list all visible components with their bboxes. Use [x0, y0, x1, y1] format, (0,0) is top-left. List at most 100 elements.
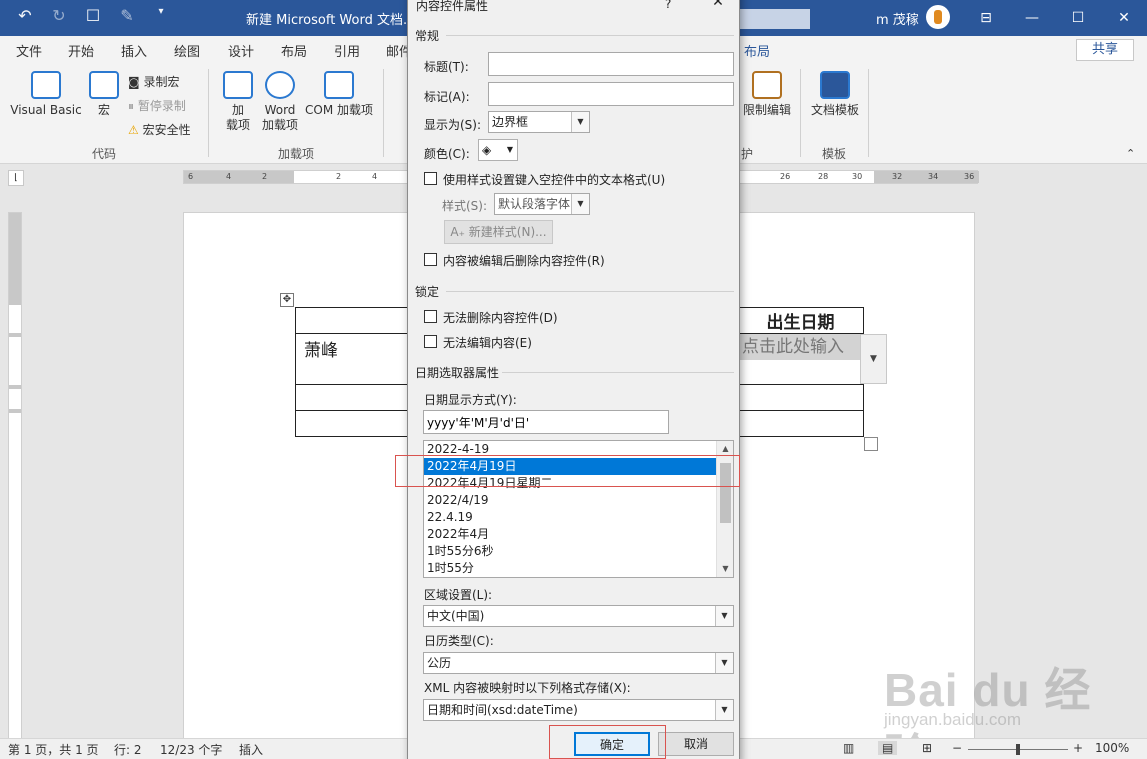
- calendar-select[interactable]: 公历 ▼: [423, 652, 734, 674]
- ribbon-display-icon[interactable]: ⊟: [976, 8, 996, 28]
- zoom-level[interactable]: 100%: [1095, 741, 1129, 755]
- vertical-ruler[interactable]: [8, 212, 22, 759]
- color-label: 颜色(C):: [424, 147, 470, 161]
- warning-icon: ⚠: [128, 123, 139, 137]
- tab-file[interactable]: 文件: [16, 41, 42, 60]
- locale-select[interactable]: 中文(中国) ▼: [423, 605, 734, 627]
- section-general: 常规: [415, 29, 440, 43]
- addins-button[interactable]: 加 载项: [220, 71, 256, 133]
- list-item[interactable]: 1时55分6秒: [424, 543, 716, 560]
- locale-label: 区域设置(L):: [424, 588, 493, 602]
- document-title: 新建 Microsoft Word 文档...: [246, 13, 416, 28]
- zoom-in-icon[interactable]: +: [1073, 741, 1083, 755]
- cancel-button[interactable]: 取消: [658, 732, 734, 756]
- document-template-button[interactable]: 文档模板: [808, 71, 862, 118]
- tab-table-layout[interactable]: 布局: [744, 41, 770, 60]
- no-edit-checkbox[interactable]: [424, 335, 437, 348]
- undo-icon[interactable]: ↶: [14, 6, 36, 25]
- zoom-slider-thumb[interactable]: [1016, 744, 1020, 755]
- page-count[interactable]: 第 1 页，共 1 页: [8, 741, 99, 758]
- customize-qat-icon[interactable]: ▾: [150, 6, 172, 25]
- restrict-editing-button[interactable]: 限制编辑: [742, 71, 792, 118]
- list-item[interactable]: 1时55分: [424, 560, 716, 577]
- date-picker-dropdown-icon[interactable]: ▼: [860, 334, 887, 384]
- web-layout-icon[interactable]: ⊞: [922, 741, 932, 755]
- touch-mode-icon[interactable]: ☐: [82, 6, 104, 25]
- chevron-down-icon: ▼: [571, 194, 589, 214]
- ruler-number: 6: [188, 172, 194, 181]
- collapse-ribbon-icon[interactable]: ⌃: [1126, 147, 1135, 160]
- dialog-close-icon[interactable]: ✕: [708, 0, 728, 12]
- ruler-number: 2: [336, 172, 342, 181]
- window-close-icon[interactable]: ✕: [1114, 8, 1134, 28]
- group-separator: [383, 69, 384, 157]
- date-picker-control[interactable]: 点击此处输入: [740, 334, 860, 360]
- com-addins-label: COM 加载项: [305, 103, 373, 117]
- style-value: 默认段落字体: [498, 197, 571, 211]
- date-format-label: 日期显示方式(Y):: [424, 393, 517, 407]
- ruler-number: 4: [372, 172, 378, 181]
- scroll-down-icon[interactable]: ▼: [717, 561, 733, 577]
- style-select: 默认段落字体 ▼: [494, 193, 590, 215]
- title-field[interactable]: [488, 52, 734, 76]
- xml-format-select[interactable]: 日期和时间(xsd:dateTime) ▼: [423, 699, 734, 721]
- read-mode-icon[interactable]: ▥: [843, 741, 854, 755]
- user-name[interactable]: m 茂稼: [876, 9, 919, 28]
- ruler-number: 36: [964, 172, 975, 181]
- avatar[interactable]: [926, 5, 950, 29]
- tab-references[interactable]: 引用: [334, 41, 360, 60]
- word-count[interactable]: 12/23 个字: [160, 741, 222, 758]
- table-move-handle-icon[interactable]: ✥: [280, 293, 294, 307]
- visual-basic-button[interactable]: Visual Basic: [10, 71, 82, 118]
- section-lock: 锁定: [415, 285, 440, 299]
- tab-home[interactable]: 开始: [68, 41, 94, 60]
- title-search-box[interactable]: [740, 9, 810, 29]
- record-macro-button[interactable]: ◙ 录制宏: [128, 73, 179, 90]
- use-style-checkbox[interactable]: [424, 172, 437, 185]
- group-label-protect: 护: [741, 147, 754, 161]
- tab-insert[interactable]: 插入: [121, 41, 147, 60]
- redo-icon[interactable]: ↻: [48, 6, 70, 25]
- tab-design[interactable]: 设计: [228, 41, 254, 60]
- list-item[interactable]: 2022年4月: [424, 526, 716, 543]
- tab-layout[interactable]: 布局: [281, 41, 307, 60]
- remove-when-edited-checkbox[interactable]: [424, 253, 437, 266]
- ruler-number: 26: [780, 172, 791, 181]
- minimize-icon[interactable]: —: [1022, 8, 1042, 28]
- no-delete-checkbox[interactable]: [424, 310, 437, 323]
- com-addins-button[interactable]: COM 加载项: [303, 71, 375, 118]
- macro-security-label: 宏安全性: [142, 123, 191, 137]
- ruler-row-marker: [9, 409, 21, 413]
- tag-field[interactable]: [488, 82, 734, 106]
- list-item[interactable]: 2022/4/19: [424, 492, 716, 509]
- locale-value: 中文(中国): [427, 609, 485, 623]
- print-layout-icon[interactable]: ▤: [878, 741, 898, 755]
- section-date-picker: 日期选取器属性: [415, 366, 500, 380]
- group-label-code: 代码: [92, 147, 117, 161]
- tab-draw[interactable]: 绘图: [174, 41, 200, 60]
- word-addins-button[interactable]: Word 加载项: [258, 71, 302, 133]
- visual-basic-label: Visual Basic: [10, 103, 82, 117]
- insert-mode[interactable]: 插入: [239, 741, 263, 758]
- table-resize-handle[interactable]: [864, 437, 878, 451]
- share-button[interactable]: 共享: [1076, 39, 1134, 61]
- zoom-out-icon[interactable]: −: [952, 741, 962, 755]
- calendar-value: 公历: [427, 656, 452, 670]
- date-format-field[interactable]: [423, 410, 669, 434]
- help-icon[interactable]: ?: [665, 0, 671, 11]
- show-as-select[interactable]: 边界框 ▼: [488, 111, 590, 133]
- divider: [446, 291, 734, 292]
- ruler-margin: [184, 171, 294, 183]
- pause-record-button: ⏸ 暂停录制: [128, 99, 186, 113]
- macro-security-button[interactable]: ⚠ 宏安全性: [128, 121, 191, 138]
- format-painter-icon[interactable]: ✎: [116, 6, 138, 25]
- maximize-icon[interactable]: ☐: [1068, 8, 1088, 28]
- group-separator: [868, 69, 869, 157]
- gear-icon: [265, 71, 295, 99]
- list-item[interactable]: 22.4.19: [424, 509, 716, 526]
- no-delete-label: 无法删除内容控件(D): [443, 311, 558, 325]
- macro-button[interactable]: 宏: [86, 71, 122, 118]
- color-picker-button[interactable]: ◈ ▼: [478, 139, 518, 161]
- tab-selector[interactable]: ⌊: [8, 170, 24, 186]
- restrict-editing-label: 限制编辑: [742, 103, 791, 117]
